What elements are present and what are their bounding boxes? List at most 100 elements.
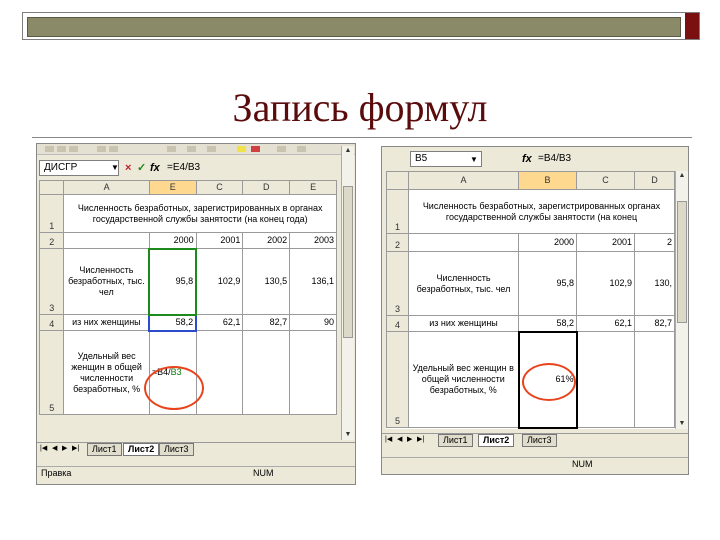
- toolbar-button[interactable]: [97, 146, 106, 152]
- row-header[interactable]: 3: [386, 251, 409, 316]
- column-header[interactable]: E: [289, 180, 337, 195]
- cell[interactable]: 62,1: [195, 314, 244, 331]
- scroll-up-icon[interactable]: ▲: [677, 171, 687, 181]
- formula-bar[interactable]: =B4/B3: [538, 152, 571, 166]
- cell[interactable]: 2: [634, 233, 675, 252]
- cell[interactable]: 58,2: [518, 315, 577, 332]
- cell[interactable]: 102,9: [195, 248, 244, 315]
- sheet-tab[interactable]: Лист1: [87, 443, 122, 456]
- column-header[interactable]: C: [195, 180, 244, 195]
- sheet-tab-active[interactable]: Лист2: [478, 434, 515, 447]
- cancel-icon[interactable]: ×: [125, 161, 131, 175]
- row-header[interactable]: 2: [386, 233, 409, 252]
- column-header[interactable]: D: [634, 171, 675, 190]
- vertical-scrollbar[interactable]: ▲ ▼: [341, 146, 354, 440]
- last-sheet-icon[interactable]: ▶|: [417, 435, 424, 443]
- cell[interactable]: Удельный вес женщин в общей численности …: [408, 331, 519, 428]
- cell[interactable]: 2003: [289, 232, 337, 249]
- cell[interactable]: 82,7: [242, 314, 291, 331]
- toolbar-button[interactable]: [187, 146, 196, 152]
- cell[interactable]: [408, 233, 519, 252]
- referenced-cell[interactable]: 95,8: [148, 247, 198, 316]
- row-header[interactable]: 3: [38, 248, 65, 315]
- cell-a1[interactable]: Численность безработных, зарегистрирован…: [63, 194, 337, 233]
- confirm-icon[interactable]: ✓: [137, 161, 146, 175]
- cell[interactable]: 95,8: [518, 251, 577, 316]
- fx-icon[interactable]: fx: [522, 152, 532, 166]
- toolbar-button[interactable]: [277, 146, 286, 152]
- column-header[interactable]: B: [518, 171, 577, 190]
- cell[interactable]: [242, 330, 291, 415]
- sheet-tab[interactable]: Лист3: [159, 443, 194, 456]
- cell[interactable]: 2001: [195, 232, 244, 249]
- row-header[interactable]: 5: [386, 331, 409, 428]
- cell[interactable]: Численность безработных, тыс. чел: [63, 248, 150, 315]
- toolbar-button[interactable]: [297, 146, 306, 152]
- cell[interactable]: из них женщины: [63, 314, 150, 331]
- cell[interactable]: 2001: [576, 233, 635, 252]
- first-sheet-icon[interactable]: |◀: [385, 435, 392, 443]
- cell[interactable]: 130,: [634, 251, 675, 316]
- sheet-tab[interactable]: Лист3: [522, 434, 557, 447]
- scroll-thumb[interactable]: [343, 186, 353, 338]
- name-box[interactable]: ДИСГР: [39, 160, 119, 176]
- font-color-icon[interactable]: [251, 146, 260, 152]
- toolbar-button[interactable]: [69, 146, 78, 152]
- toolbar-button[interactable]: [45, 146, 54, 152]
- cell[interactable]: [289, 330, 337, 415]
- cell[interactable]: [634, 331, 675, 428]
- cell[interactable]: 130,5: [242, 248, 291, 315]
- cell[interactable]: 2002: [242, 232, 291, 249]
- next-sheet-icon[interactable]: ▶: [407, 435, 412, 443]
- cell[interactable]: 2000: [148, 232, 197, 249]
- toolbar-button[interactable]: [167, 146, 176, 152]
- prev-sheet-icon[interactable]: ◀: [397, 435, 402, 443]
- cell[interactable]: [576, 331, 635, 428]
- referenced-cell[interactable]: 58,2: [148, 313, 198, 332]
- row-header[interactable]: 1: [386, 189, 409, 234]
- toolbar-button[interactable]: [207, 146, 216, 152]
- cell[interactable]: 102,9: [576, 251, 635, 316]
- sheet-tab-active[interactable]: Лист2: [123, 443, 160, 456]
- row-header[interactable]: 5: [38, 330, 65, 415]
- last-sheet-icon[interactable]: ▶|: [72, 444, 79, 452]
- cell[interactable]: Численность безработных, тыс. чел: [408, 251, 519, 316]
- row-header[interactable]: 2: [38, 232, 65, 249]
- toolbar-button[interactable]: [109, 146, 118, 152]
- first-sheet-icon[interactable]: |◀: [40, 444, 47, 452]
- next-sheet-icon[interactable]: ▶: [62, 444, 67, 452]
- fx-icon[interactable]: fx: [150, 161, 160, 175]
- cell[interactable]: 2000: [518, 233, 577, 252]
- select-all-corner[interactable]: [386, 171, 409, 190]
- column-header[interactable]: A: [63, 180, 150, 195]
- cell[interactable]: [195, 330, 244, 415]
- cell[interactable]: из них женщины: [408, 315, 519, 332]
- cell[interactable]: [63, 232, 150, 249]
- toolbar-button[interactable]: [57, 146, 66, 152]
- cell-a1[interactable]: Численность безработных, зарегистрирован…: [408, 189, 675, 234]
- row-header[interactable]: 1: [38, 194, 65, 233]
- cell[interactable]: 82,7: [634, 315, 675, 332]
- column-header[interactable]: D: [242, 180, 291, 195]
- scroll-down-icon[interactable]: ▼: [677, 419, 687, 429]
- cell[interactable]: 62,1: [576, 315, 635, 332]
- chevron-down-icon[interactable]: ▼: [470, 155, 478, 164]
- select-all-corner[interactable]: [38, 180, 65, 195]
- formula-bar[interactable]: =E4/B3: [167, 161, 200, 175]
- scroll-up-icon[interactable]: ▲: [343, 146, 353, 156]
- cell[interactable]: 90: [289, 314, 337, 331]
- column-header[interactable]: E: [148, 180, 197, 195]
- cell[interactable]: 136,1: [289, 248, 337, 315]
- row-header[interactable]: 4: [38, 314, 65, 331]
- cell[interactable]: Удельный вес женщин в общей численности …: [63, 330, 150, 415]
- scroll-thumb[interactable]: [677, 201, 687, 323]
- prev-sheet-icon[interactable]: ◀: [52, 444, 57, 452]
- vertical-scrollbar[interactable]: ▲ ▼: [675, 171, 688, 429]
- sheet-tab[interactable]: Лист1: [438, 434, 473, 447]
- row-header[interactable]: 4: [386, 315, 409, 332]
- column-header[interactable]: A: [408, 171, 519, 190]
- scroll-down-icon[interactable]: ▼: [343, 430, 353, 440]
- column-header[interactable]: C: [576, 171, 635, 190]
- chevron-down-icon[interactable]: ▼: [111, 163, 119, 172]
- highlight-icon[interactable]: [237, 146, 246, 152]
